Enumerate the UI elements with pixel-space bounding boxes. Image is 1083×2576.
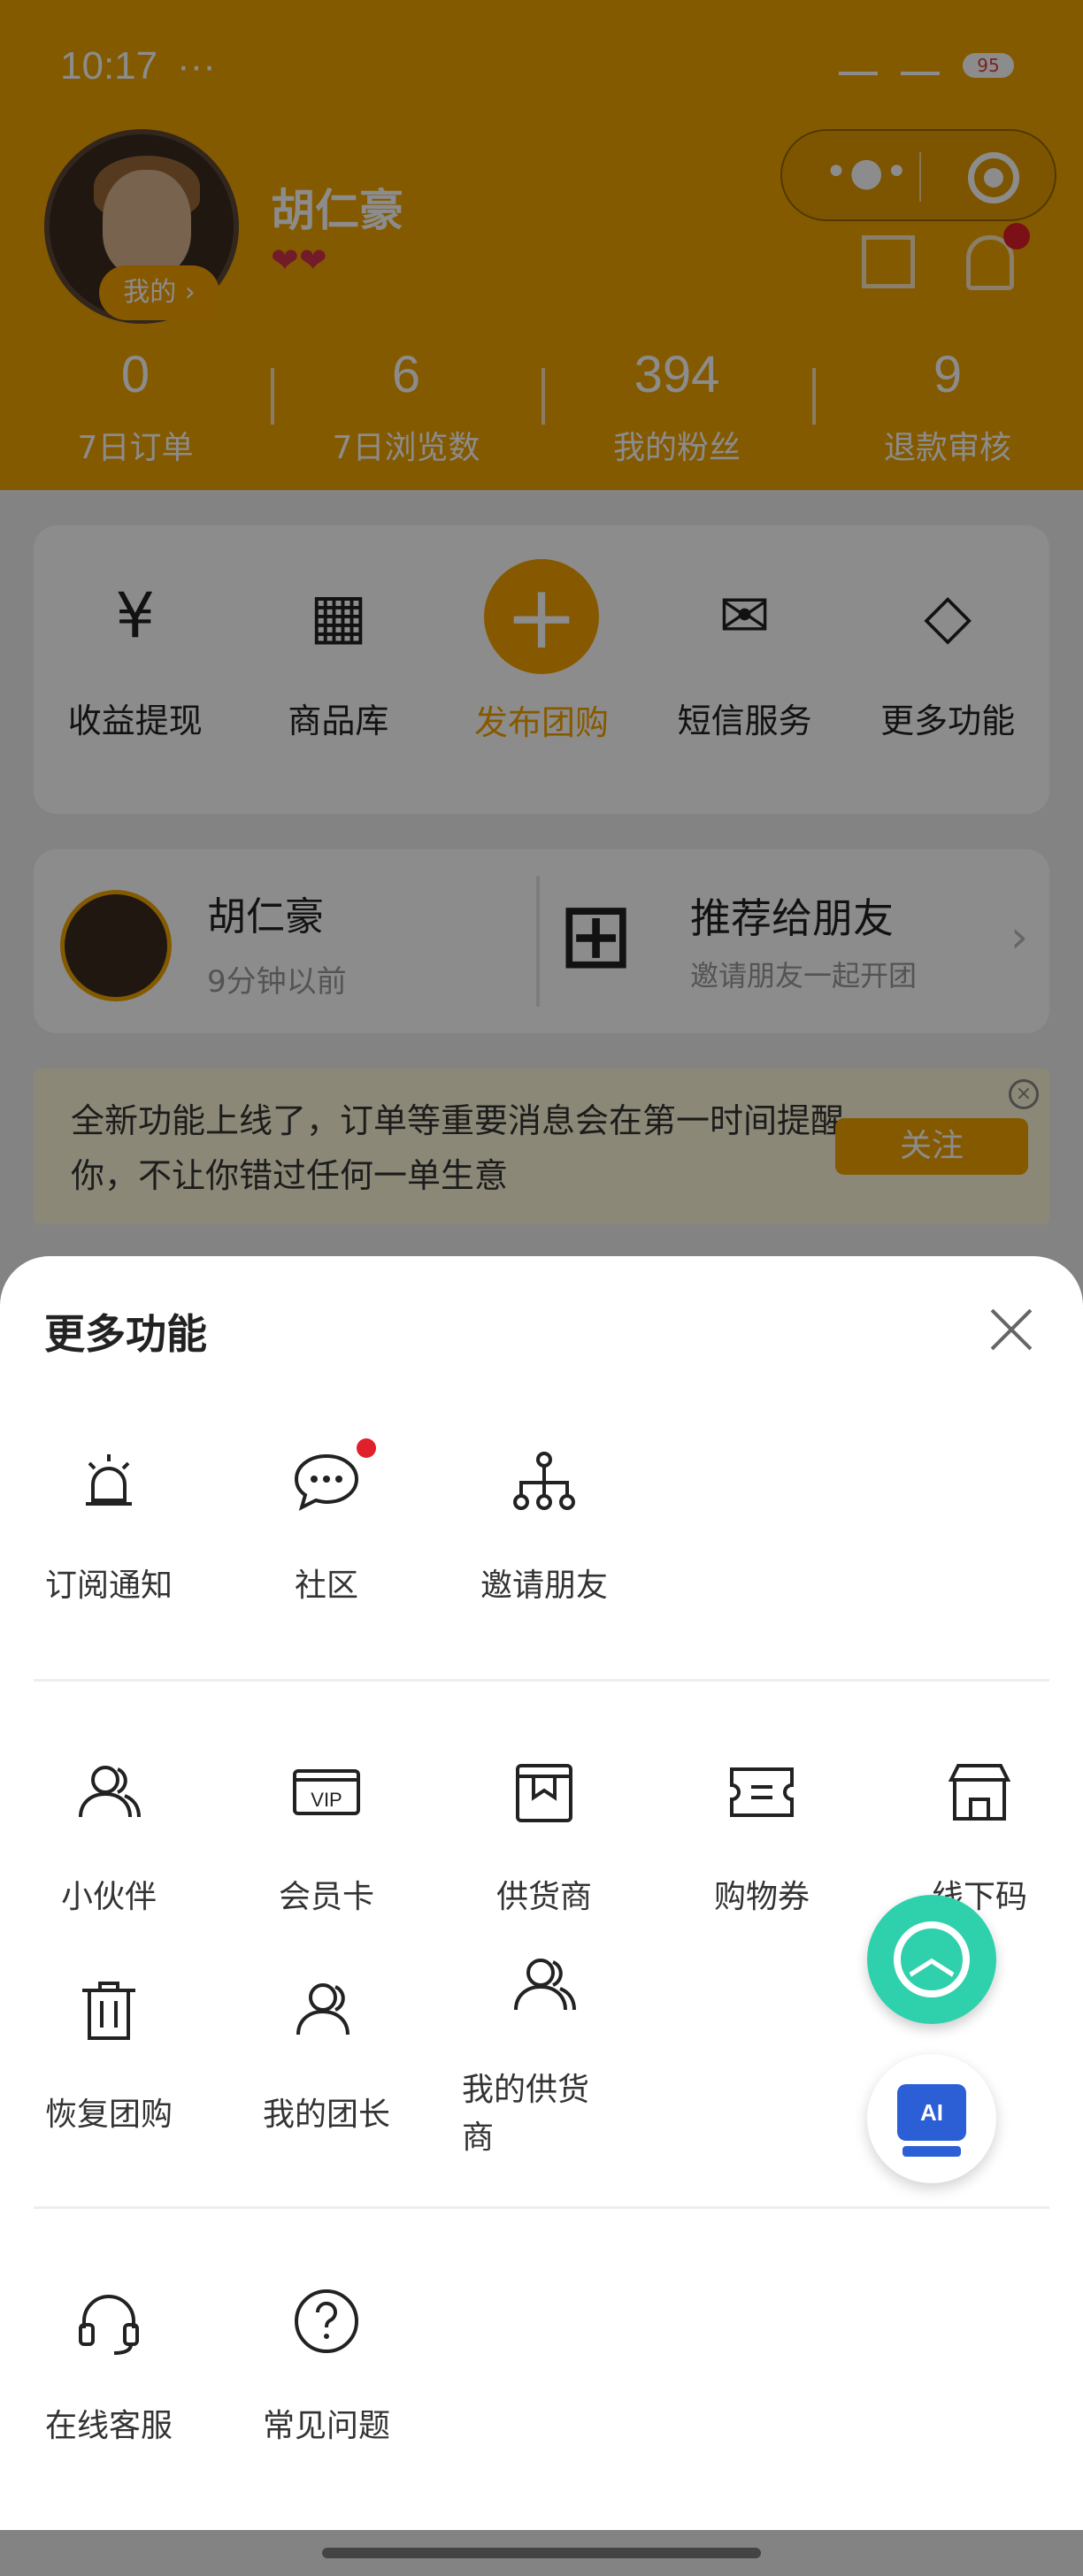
chevron-up-icon: ︿ (894, 1921, 970, 1997)
fn-member-card[interactable]: VIP 会员卡 (218, 1757, 435, 1921)
close-icon[interactable] (987, 1306, 1035, 1353)
coupon-icon (726, 1757, 797, 1828)
user-icon (291, 1974, 362, 2045)
alarm-light-icon (73, 1445, 144, 1516)
notification-dot (357, 1438, 376, 1458)
divider (34, 2206, 1049, 2209)
fn-my-suppliers[interactable]: 我的供货商 (435, 1950, 653, 2162)
sheet-title: 更多功能 (44, 1310, 207, 1358)
org-tree-icon (509, 1445, 580, 1516)
fn-supplier[interactable]: 供货商 (435, 1757, 653, 1921)
bookmark-box-icon (509, 1757, 580, 1828)
home-indicator[interactable] (322, 2548, 761, 2558)
fn-invite-friends[interactable]: 邀请朋友 (435, 1445, 653, 1610)
chat-bubble-icon (291, 1438, 376, 1516)
store-icon (944, 1757, 1015, 1828)
users-icon (73, 1757, 144, 1828)
scroll-top-button[interactable]: ︿ (867, 1895, 996, 2024)
vip-card-icon: VIP (291, 1757, 362, 1828)
question-circle-icon (291, 2286, 362, 2357)
ai-assistant-button[interactable]: AI (867, 2054, 996, 2183)
fn-community[interactable]: 社区 (218, 1438, 435, 1610)
headset-icon (73, 2286, 144, 2357)
trash-icon (73, 1974, 144, 2045)
svg-text:VIP: VIP (311, 1789, 342, 1811)
more-functions-sheet: 更多功能 订阅通知 社区 邀请朋友 小伙伴 VIP 会员卡 供货商 购物券 线下… (0, 1256, 1083, 2530)
fn-faq[interactable]: 常见问题 (218, 2286, 435, 2450)
fn-my-leaders[interactable]: 我的团长 (218, 1974, 435, 2139)
robot-icon: AI (897, 2084, 966, 2141)
fn-partners[interactable]: 小伙伴 (0, 1757, 218, 1921)
fn-restore-group-buy[interactable]: 恢复团购 (0, 1974, 218, 2139)
fn-offline-code[interactable]: 线下码 (871, 1757, 1083, 1921)
fn-subscribe-notice[interactable]: 订阅通知 (0, 1445, 218, 1610)
divider (34, 1679, 1049, 1682)
users-icon (509, 1950, 580, 2020)
fn-coupon[interactable]: 购物券 (653, 1757, 871, 1921)
fn-online-service[interactable]: 在线客服 (0, 2286, 218, 2450)
